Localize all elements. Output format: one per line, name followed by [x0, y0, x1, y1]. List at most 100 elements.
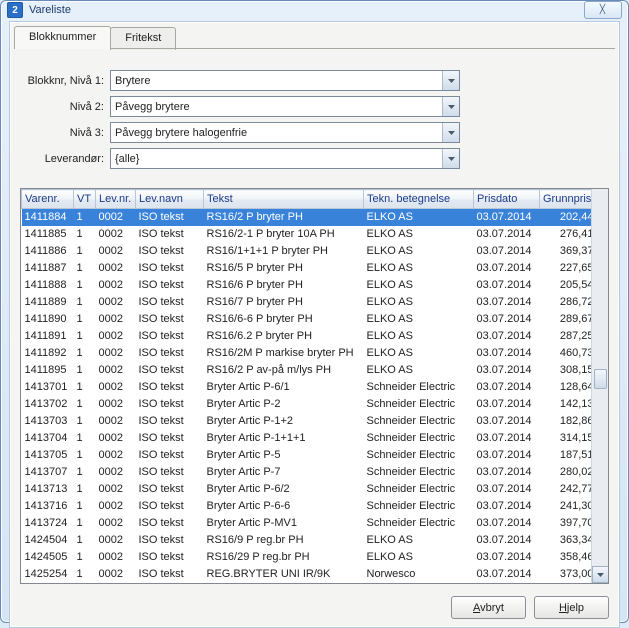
cell: 1413707	[22, 464, 74, 481]
cell: 1	[74, 396, 96, 413]
table-row[interactable]: 141370210002ISO tekstBryter Artic P-2Sch…	[22, 396, 592, 413]
table-row[interactable]: 141188910002ISO tekstRS16/7 P bryter PHE…	[22, 294, 592, 311]
chevron-down-icon[interactable]	[442, 71, 459, 90]
cell: 1411887	[22, 260, 74, 277]
table-row[interactable]: 141189510002ISO tekstRS16/2 P av-på m/ly…	[22, 362, 592, 379]
chevron-down-icon[interactable]	[442, 97, 459, 116]
tab-blokknummer[interactable]: Blokknummer	[14, 26, 111, 49]
tab-fritekst[interactable]: Fritekst	[110, 27, 176, 50]
table-row[interactable]: 141188410002ISO tekstRS16/2 P bryter PHE…	[22, 209, 592, 227]
col-grunnpris[interactable]: Grunnpris	[540, 190, 592, 209]
cell: 03.07.2014	[474, 396, 540, 413]
cell: 1	[74, 464, 96, 481]
cell: ISO tekst	[136, 226, 204, 243]
vertical-scrollbar[interactable]	[591, 189, 608, 583]
col-varenr[interactable]: Varenr.	[22, 190, 74, 209]
header-row[interactable]: Varenr. VT Lev.nr. Lev.navn Tekst Tekn. …	[22, 190, 592, 209]
table-row[interactable]: 142450410002ISO tekstRS16/9 P reg.br PHE…	[22, 532, 592, 549]
cell: 1	[74, 481, 96, 498]
cell: ISO tekst	[136, 515, 204, 532]
table-row[interactable]: 141188710002ISO tekstRS16/5 P bryter PHE…	[22, 260, 592, 277]
cell: Bryter Artic P-6-6	[204, 498, 364, 515]
scroll-down-icon[interactable]	[592, 566, 609, 583]
table-row[interactable]: 141189010002ISO tekstRS16/6-6 P bryter P…	[22, 311, 592, 328]
cell: ISO tekst	[136, 447, 204, 464]
table-row[interactable]: 141370110002ISO tekstBryter Artic P-6/1S…	[22, 379, 592, 396]
cell: 03.07.2014	[474, 294, 540, 311]
cell: Schneider Electric	[364, 515, 474, 532]
table-row[interactable]: 141370310002ISO tekstBryter Artic P-1+2S…	[22, 413, 592, 430]
scrollbar-thumb[interactable]	[594, 369, 607, 389]
table-row[interactable]: 141189110002ISO tekstRS16/6.2 P bryter P…	[22, 328, 592, 345]
cell: ELKO AS	[364, 549, 474, 566]
close-button[interactable]: ╳	[584, 1, 622, 19]
cell: 03.07.2014	[474, 226, 540, 243]
cell: 0002	[96, 226, 136, 243]
table-row[interactable]: 141371310002ISO tekstBryter Artic P-6/2S…	[22, 481, 592, 498]
cell: 128,64	[540, 379, 592, 396]
table-row[interactable]: 141188510002ISO tekstRS16/2-1 P bryter 1…	[22, 226, 592, 243]
vareliste-window: 2 Vareliste ╳ BlokknummerFritekst Blokkn…	[0, 0, 629, 623]
cancel-button[interactable]: Avbryt	[451, 596, 526, 619]
cell: RS16/7 P bryter PH	[204, 294, 364, 311]
col-levnavn[interactable]: Lev.navn	[136, 190, 204, 209]
data-grid[interactable]: Varenr. VT Lev.nr. Lev.navn Tekst Tekn. …	[20, 188, 609, 584]
combo-leverandor-value: {alle}	[115, 153, 139, 165]
label-niva1: Blokknr, Nivå 1:	[22, 75, 110, 87]
table-row[interactable]: 141370410002ISO tekstBryter Artic P-1+1+…	[22, 430, 592, 447]
cell: 227,65	[540, 260, 592, 277]
chevron-down-icon[interactable]	[442, 123, 459, 142]
col-tekst[interactable]: Tekst	[204, 190, 364, 209]
button-bar: Avbryt Hjelp	[10, 592, 619, 627]
cell: RS16/6.2 P bryter PH	[204, 328, 364, 345]
table-row[interactable]: 142525410002ISO tekstREG.BRYTER UNI IR/9…	[22, 566, 592, 583]
cell: 242,77	[540, 481, 592, 498]
cell: ISO tekst	[136, 260, 204, 277]
col-prisdato[interactable]: Prisdato	[474, 190, 540, 209]
cell: 03.07.2014	[474, 549, 540, 566]
help-button[interactable]: Hjelp	[534, 596, 609, 619]
table-row[interactable]: 141372410002ISO tekstBryter Artic P-MV1S…	[22, 515, 592, 532]
table-row[interactable]: 141188810002ISO tekstRS16/6 P bryter PHE…	[22, 277, 592, 294]
combo-niva3[interactable]: Påvegg brytere halogenfrie	[110, 122, 460, 143]
cell: 1411886	[22, 243, 74, 260]
col-levnr[interactable]: Lev.nr.	[96, 190, 136, 209]
cell: ELKO AS	[364, 294, 474, 311]
combo-leverandor[interactable]: {alle}	[110, 148, 460, 169]
cell: 0002	[96, 396, 136, 413]
cell: 1413724	[22, 515, 74, 532]
table-row[interactable]: 141370510002ISO tekstBryter Artic P-5Sch…	[22, 447, 592, 464]
table-row[interactable]: 142450510002ISO tekstRS16/29 P reg.br PH…	[22, 549, 592, 566]
cell: ELKO AS	[364, 532, 474, 549]
combo-niva1[interactable]: Brytere	[110, 70, 460, 91]
cell: 0002	[96, 362, 136, 379]
cell: 1	[74, 345, 96, 362]
chevron-down-icon[interactable]	[442, 149, 459, 168]
cell: 1413716	[22, 498, 74, 515]
cell: 1	[74, 226, 96, 243]
cell: Bryter Artic P-1+1+1	[204, 430, 364, 447]
table-row[interactable]: 141371610002ISO tekstBryter Artic P-6-6S…	[22, 498, 592, 515]
cell: 0002	[96, 447, 136, 464]
col-vt[interactable]: VT	[74, 190, 96, 209]
cell: 1413713	[22, 481, 74, 498]
cell: 287,25	[540, 328, 592, 345]
cell: ISO tekst	[136, 430, 204, 447]
table-row[interactable]: 141370710002ISO tekstBryter Artic P-7Sch…	[22, 464, 592, 481]
cell: ISO tekst	[136, 498, 204, 515]
col-tekn[interactable]: Tekn. betegnelse	[364, 190, 474, 209]
cell: 1411895	[22, 362, 74, 379]
cell: 0002	[96, 481, 136, 498]
table-row[interactable]: 141188610002ISO tekstRS16/1+1+1 P bryter…	[22, 243, 592, 260]
titlebar[interactable]: 2 Vareliste ╳	[1, 1, 628, 19]
cell: Schneider Electric	[364, 379, 474, 396]
cell: RS16/5 P bryter PH	[204, 260, 364, 277]
cell: 276,41	[540, 226, 592, 243]
cell: 0002	[96, 345, 136, 362]
combo-niva2[interactable]: Påvegg brytere	[110, 96, 460, 117]
cell: Bryter Artic P-5	[204, 447, 364, 464]
table-row[interactable]: 141189210002ISO tekstRS16/2M P markise b…	[22, 345, 592, 362]
cell: 0002	[96, 515, 136, 532]
cell: 1411888	[22, 277, 74, 294]
cell: ISO tekst	[136, 362, 204, 379]
